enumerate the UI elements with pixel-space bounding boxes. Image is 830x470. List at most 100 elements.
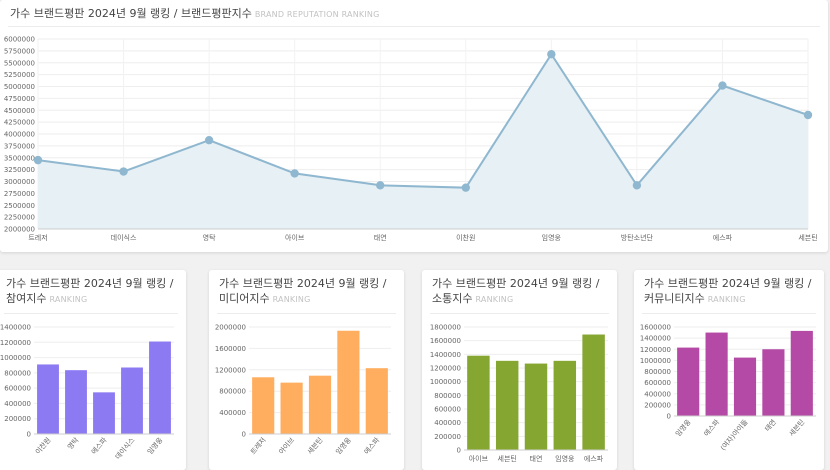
y-tick-label: 2000000 — [215, 324, 246, 332]
y-tick-label: 1800000 — [430, 324, 461, 332]
x-tick-label: 세븐틴 — [305, 436, 324, 457]
main-line-chart: 2000000 2250000 2500000 2750000 3000000 32500… — [4, 36, 818, 243]
communication-chart-title-row: 가수 브랜드평판 2024년 9월 랭킹 / 소통지수 RANKING — [432, 276, 607, 307]
area-fill — [38, 54, 808, 230]
communication-chart-subtitle: RANKING — [475, 295, 514, 304]
y-tick-label: 1000000 — [430, 378, 461, 386]
bar — [790, 330, 813, 416]
y-tick-label: 0 — [457, 447, 461, 455]
data-point — [119, 167, 128, 176]
y-tick-label: 5000000 — [4, 83, 35, 91]
y-tick-label: 1600000 — [215, 345, 246, 353]
x-tick-label: 에스파 — [702, 417, 722, 438]
x-tick-label: 트레저 — [28, 233, 47, 242]
bar — [121, 367, 143, 434]
participation-chart-title-row: 가수 브랜드평판 2024년 9월 랭킹 / 참여지수 RANKING — [6, 276, 176, 307]
media-chart-subtitle: RANKING — [272, 295, 311, 304]
x-tick-label: 트레저 — [248, 436, 267, 457]
y-tick-label: 4750000 — [4, 95, 35, 103]
x-tick-label: 이찬원 — [33, 436, 52, 457]
x-tick-label: 데이식스 — [113, 435, 137, 461]
y-tick-label: 5750000 — [4, 47, 35, 55]
y-tick-label: 2500000 — [4, 202, 35, 210]
y-tick-label: 400000 — [219, 409, 246, 417]
y-tick-label: 2000000 — [4, 226, 35, 234]
x-tick-label: 방탄소년단 — [621, 233, 654, 242]
x-tick-label: 임영웅 — [145, 435, 165, 456]
data-point — [632, 181, 642, 190]
y-tick-label: 1400000 — [0, 324, 31, 332]
bar — [337, 330, 360, 434]
y-tick-label: 3750000 — [4, 142, 35, 150]
y-tick-label: 800000 — [434, 392, 461, 400]
y-tick-label: 600000 — [434, 406, 461, 414]
community-chart-card: 가수 브랜드평판 2024년 9월 랭킹 / 커뮤니티지수 RANKING 0 20… — [634, 270, 824, 470]
bar — [733, 357, 757, 416]
communication-chart-divider — [430, 313, 609, 314]
y-tick-label: 400000 — [434, 419, 461, 427]
bar — [524, 363, 548, 450]
x-tick-label: 임영웅 — [542, 233, 562, 242]
y-tick-label: 200000 — [434, 433, 461, 441]
bar — [582, 334, 605, 450]
x-tick-label: 임영웅 — [334, 435, 354, 456]
participation-chart-subtitle: RANKING — [49, 295, 88, 304]
x-tick-label: 이찬원 — [456, 233, 475, 242]
y-tick-label: 0 — [667, 413, 671, 421]
media-chart-card: 가수 브랜드평판 2024년 9월 랭킹 / 미디어지수 RANKING 0 400… — [209, 270, 404, 470]
community-chart-subtitle: RANKING — [707, 295, 746, 304]
communication-chart-title: 가수 브랜드평판 2024년 9월 랭킹 / 소통지수 — [432, 277, 600, 305]
y-tick-label: 200000 — [644, 401, 671, 409]
bar — [365, 368, 388, 434]
y-tick-label: 800000 — [4, 369, 31, 377]
x-tick-label: 에스파 — [362, 435, 382, 456]
y-tick-label: 1200000 — [0, 339, 31, 347]
data-point — [547, 50, 556, 59]
y-tick-label: 800000 — [644, 368, 671, 376]
data-point — [803, 110, 813, 120]
bar — [677, 347, 700, 416]
y-tick-label: 3000000 — [4, 178, 35, 186]
x-tick-label: 에스파 — [713, 233, 733, 242]
x-tick-label: 세븐틴 — [798, 233, 817, 242]
y-tick-label: 3500000 — [4, 154, 35, 162]
y-tick-label: 2750000 — [4, 190, 35, 198]
y-tick-label: 2250000 — [4, 214, 35, 222]
community-chart-title-row: 가수 브랜드평판 2024년 9월 랭킹 / 커뮤니티지수 RANKING — [644, 276, 814, 307]
data-point — [33, 155, 43, 165]
x-tick-label: 태연 — [764, 418, 778, 433]
bar — [93, 392, 115, 434]
participation-chart-title: 가수 브랜드평판 2024년 9월 랭킹 / 참여지수 — [6, 277, 174, 305]
bar — [308, 375, 332, 434]
main-chart-title-row: 가수 브랜드평판 2024년 9월 랭킹 / 브랜드평판지수 BRAND REPU… — [10, 6, 818, 22]
y-tick-label: 1400000 — [430, 351, 461, 359]
bar — [149, 341, 171, 434]
y-tick-label: 1400000 — [640, 335, 671, 343]
x-tick-label: 아이브 — [277, 435, 297, 456]
bar — [280, 382, 303, 434]
data-point — [204, 135, 214, 145]
community-chart-divider — [642, 313, 816, 314]
x-tick-label: 영탁 — [203, 233, 216, 242]
participation-chart-divider — [4, 313, 178, 314]
x-tick-label: 영탁 — [65, 435, 81, 451]
main-chart-card: 가수 브랜드평판 2024년 9월 랭킹 / 브랜드평판지수 BRAND REPU… — [0, 0, 828, 252]
y-tick-label: 3250000 — [4, 166, 35, 174]
y-tick-label: 1200000 — [430, 365, 461, 373]
y-tick-label: 5250000 — [4, 71, 35, 79]
bar — [495, 360, 519, 450]
data-point — [461, 183, 470, 192]
y-tick-label: 4250000 — [4, 119, 35, 127]
y-tick-label: 1000000 — [640, 357, 671, 365]
bar — [252, 377, 275, 434]
y-tick-label: 0 — [27, 431, 31, 439]
data-point — [376, 181, 385, 190]
y-tick-label: 200000 — [4, 415, 31, 423]
y-tick-label: 800000 — [219, 388, 246, 396]
communication-bar-chart: 0 200000 400000 600000 800000 1000000 1200000 1… — [430, 324, 608, 463]
y-tick-label: 6000000 — [4, 36, 35, 44]
y-tick-label: 1600000 — [430, 337, 461, 345]
x-tick-label: 임영웅 — [673, 417, 693, 438]
y-tick-label: 4500000 — [4, 107, 35, 115]
x-tick-label: 에스파 — [584, 454, 604, 463]
